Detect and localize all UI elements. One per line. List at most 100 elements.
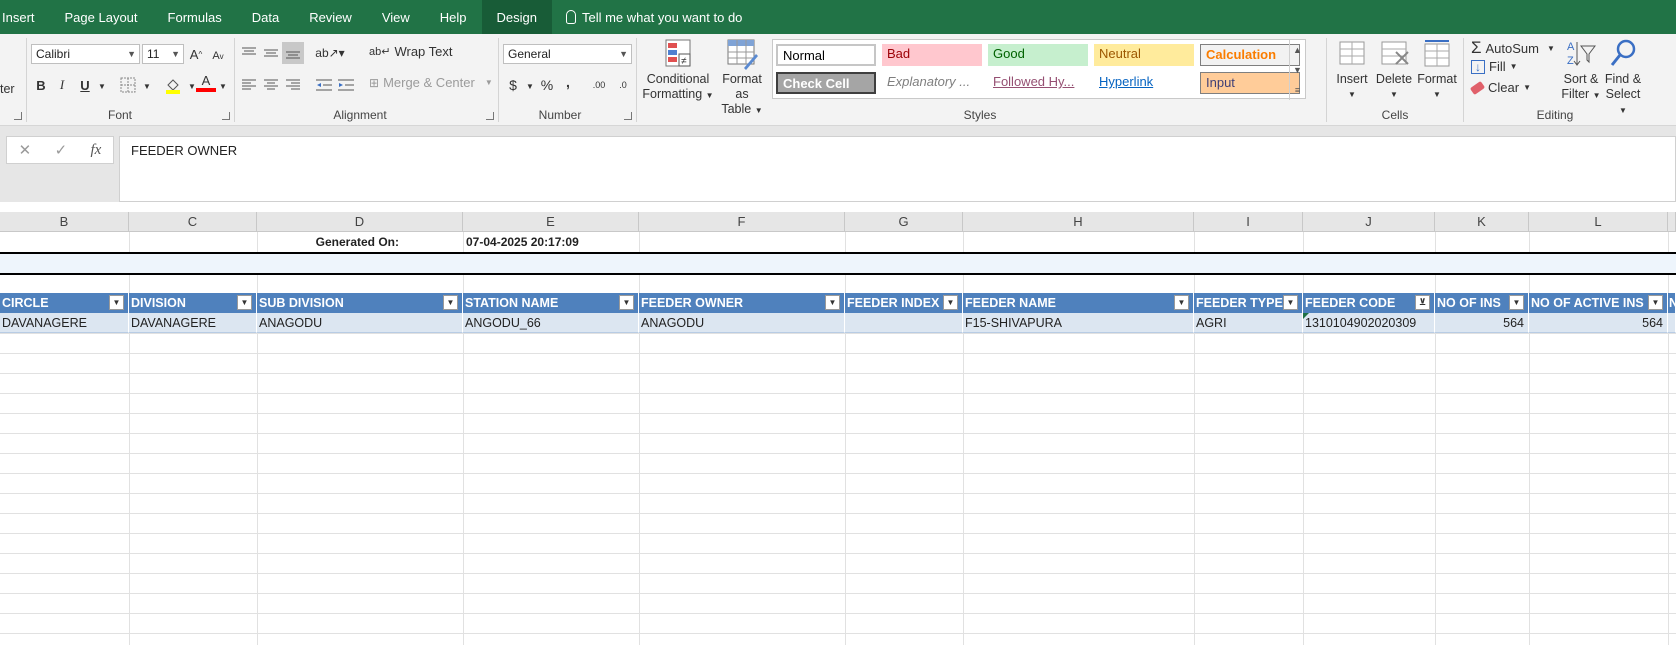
table-cell-no-of-ins[interactable]: 564	[1435, 313, 1529, 333]
filter-dropdown-icon[interactable]: ▼	[1283, 295, 1298, 310]
insert-cells-button[interactable]: Insert ▼	[1331, 38, 1373, 102]
decrease-font-button[interactable]: Av	[208, 46, 228, 66]
increase-indent-button[interactable]	[336, 75, 356, 95]
filter-applied-icon[interactable]: ⊻	[1415, 295, 1430, 310]
tab-review[interactable]: Review	[294, 0, 367, 34]
gallery-more[interactable]: ≡	[1289, 80, 1305, 100]
spreadsheet-grid[interactable]: B C D E F G H I J K L Generated On: 07-0…	[0, 212, 1676, 645]
top-align-button[interactable]	[239, 43, 259, 63]
merge-center-button[interactable]: ⊞ Merge & Center ▼	[369, 75, 493, 90]
filter-dropdown-icon[interactable]: ▼	[1509, 295, 1524, 310]
column-header-e[interactable]: E	[463, 212, 639, 232]
column-header-h[interactable]: H	[963, 212, 1194, 232]
gallery-scroll-down[interactable]: ▼	[1289, 60, 1305, 80]
underline-dropdown[interactable]: ▼	[92, 76, 112, 96]
borders-button[interactable]	[118, 75, 138, 95]
filter-dropdown-icon[interactable]: ▼	[443, 295, 458, 310]
style-input[interactable]: Input	[1200, 72, 1300, 94]
table-cell-feeder-type[interactable]: AGRI	[1194, 313, 1303, 333]
align-left-button[interactable]	[239, 75, 259, 95]
tab-insert[interactable]: Insert	[0, 0, 50, 34]
tab-formulas[interactable]: Formulas	[153, 0, 237, 34]
formula-input[interactable]: FEEDER OWNER	[119, 136, 1676, 202]
italic-button[interactable]: I	[52, 75, 72, 95]
filter-dropdown-icon[interactable]: ▼	[237, 295, 252, 310]
tab-data[interactable]: Data	[237, 0, 294, 34]
table-cell-feeder-code[interactable]: 1310104902020309	[1303, 313, 1435, 333]
bottom-align-button[interactable]	[282, 42, 304, 64]
column-header-j[interactable]: J	[1303, 212, 1435, 232]
table-cell-overflow[interactable]	[1668, 313, 1676, 333]
bold-button[interactable]: B	[31, 75, 51, 95]
style-followed-hyperlink[interactable]: Followed Hy...	[988, 72, 1088, 94]
format-as-table-button[interactable]: Format as Table ▼	[714, 38, 770, 118]
table-cell-no-of-active-ins[interactable]: 564	[1529, 313, 1668, 333]
column-header-f[interactable]: F	[639, 212, 845, 232]
orientation-button[interactable]: ab↗▾	[315, 43, 344, 63]
style-check-cell[interactable]: Check Cell	[776, 72, 876, 94]
column-header-d[interactable]: D	[257, 212, 463, 232]
sort-filter-button[interactable]: AZ Sort & Filter ▼	[1560, 38, 1602, 103]
table-cell-circle[interactable]: DAVANAGERE	[0, 313, 129, 333]
delete-cells-button[interactable]: Delete ▼	[1373, 38, 1415, 102]
table-cell-feeder-name[interactable]: F15-SHIVAPURA	[963, 313, 1194, 333]
number-format-combo[interactable]: General ▼	[503, 44, 632, 64]
autosum-button[interactable]: Σ AutoSum ▼	[1471, 38, 1555, 58]
wrap-text-button[interactable]: ab↵ Wrap Text	[369, 44, 453, 59]
insert-function-icon[interactable]: fx	[90, 142, 101, 159]
style-hyperlink[interactable]: Hyperlink	[1094, 72, 1194, 94]
filter-dropdown-icon[interactable]: ▼	[109, 295, 124, 310]
filter-dropdown-icon[interactable]: ▼	[825, 295, 840, 310]
font-name-combo[interactable]: Calibri ▼	[31, 44, 140, 64]
comma-button[interactable]: ,	[558, 72, 578, 92]
fill-color-button[interactable]	[163, 75, 183, 95]
format-painter-button[interactable]: ter	[0, 82, 15, 96]
format-cells-button[interactable]: Format ▼	[1415, 38, 1459, 102]
style-bad[interactable]: Bad	[882, 44, 982, 66]
tab-design[interactable]: Design	[481, 0, 552, 34]
gallery-scroll-up[interactable]: ▲	[1289, 40, 1305, 60]
align-center-button[interactable]	[261, 75, 281, 95]
tab-help[interactable]: Help	[425, 0, 482, 34]
filter-dropdown-icon[interactable]: ▼	[1174, 295, 1189, 310]
conditional-formatting-button[interactable]: ≠ Conditional Formatting ▼	[641, 38, 715, 103]
clear-button[interactable]: Clear ▼	[1469, 80, 1531, 95]
middle-align-button[interactable]	[261, 43, 281, 63]
table-cell-feeder-index[interactable]	[845, 313, 963, 333]
fill-button[interactable]: ↓ Fill ▼	[1471, 59, 1518, 74]
filter-dropdown-icon[interactable]: ▼	[1648, 295, 1663, 310]
borders-dropdown[interactable]: ▼	[137, 76, 157, 96]
increase-font-button[interactable]: A ^	[186, 44, 206, 64]
table-cell-division[interactable]: DAVANAGERE	[129, 313, 257, 333]
column-header-i[interactable]: I	[1194, 212, 1303, 232]
font-launcher-icon[interactable]	[222, 112, 230, 120]
font-size-combo[interactable]: 11 ▼	[142, 44, 184, 64]
column-header-m[interactable]	[1668, 212, 1676, 232]
table-cell-feeder-owner[interactable]: ANAGODU	[639, 313, 845, 333]
align-right-button[interactable]	[283, 75, 303, 95]
clipboard-launcher-icon[interactable]	[14, 112, 22, 120]
number-launcher-icon[interactable]	[624, 112, 632, 120]
filter-dropdown-icon[interactable]: ▼	[619, 295, 634, 310]
column-header-c[interactable]: C	[129, 212, 257, 232]
style-neutral[interactable]: Neutral	[1094, 44, 1194, 66]
cancel-icon[interactable]: ✕	[19, 141, 32, 159]
style-explanatory[interactable]: Explanatory ...	[882, 72, 982, 94]
find-select-button[interactable]: Find & Select ▼	[1602, 38, 1644, 118]
decrease-indent-button[interactable]	[314, 75, 334, 95]
style-good[interactable]: Good	[988, 44, 1088, 66]
style-normal[interactable]: Normal	[776, 44, 876, 66]
decrease-decimal-button[interactable]: .0	[612, 75, 634, 95]
tell-me-search[interactable]: Tell me what you want to do	[552, 0, 742, 34]
percent-button[interactable]: %	[537, 75, 557, 95]
table-cell-station-name[interactable]: ANGODU_66	[463, 313, 639, 333]
filter-dropdown-icon[interactable]: ▼	[943, 295, 958, 310]
column-header-g[interactable]: G	[845, 212, 963, 232]
tab-page-layout[interactable]: Page Layout	[50, 0, 153, 34]
table-cell-sub-division[interactable]: ANAGODU	[257, 313, 463, 333]
font-color-dropdown[interactable]: ▼	[213, 76, 233, 96]
increase-decimal-button[interactable]: .00	[588, 75, 610, 95]
column-header-b[interactable]: B	[0, 212, 129, 232]
tab-view[interactable]: View	[367, 0, 425, 34]
column-header-k[interactable]: K	[1435, 212, 1529, 232]
